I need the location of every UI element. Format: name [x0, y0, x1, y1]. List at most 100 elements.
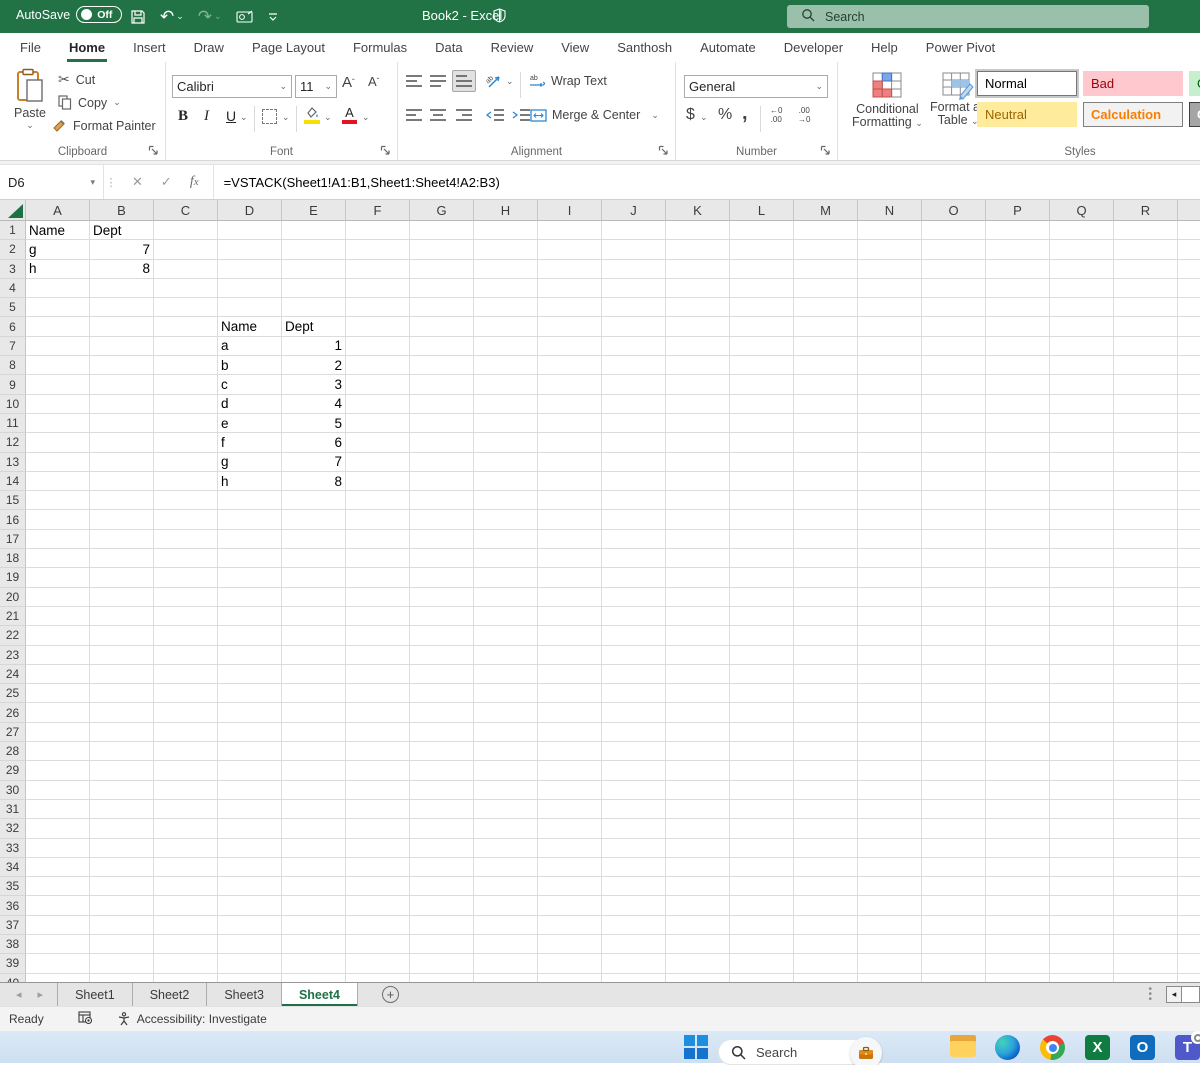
cell-R10[interactable]: [1114, 394, 1178, 414]
cell-I18[interactable]: [538, 549, 602, 569]
cell-A36[interactable]: [26, 896, 90, 916]
cell-D26[interactable]: [218, 703, 282, 723]
cell-H28[interactable]: [474, 742, 538, 762]
cell-K10[interactable]: [666, 394, 730, 414]
cell-I36[interactable]: [538, 896, 602, 916]
cell-A1[interactable]: Name: [26, 221, 90, 241]
row-header-30[interactable]: 30: [0, 780, 26, 800]
cell-D10[interactable]: d: [218, 394, 282, 414]
cell-N8[interactable]: [858, 356, 922, 376]
cell-E37[interactable]: [282, 915, 346, 935]
cell-A9[interactable]: [26, 375, 90, 395]
increase-indent-button[interactable]: [512, 108, 530, 122]
cell-partial-25[interactable]: [1178, 684, 1200, 704]
cell-R40[interactable]: [1114, 973, 1178, 982]
cancel-icon[interactable]: ✕: [132, 174, 143, 190]
cell-Q28[interactable]: [1050, 742, 1114, 762]
select-all-button[interactable]: [0, 200, 26, 221]
cell-C30[interactable]: [154, 780, 218, 800]
cell-F7[interactable]: [346, 336, 410, 357]
cell-R17[interactable]: [1114, 529, 1178, 550]
cell-L37[interactable]: [730, 915, 794, 935]
cell-partial-33[interactable]: [1178, 839, 1200, 858]
cell-J23[interactable]: [602, 645, 666, 665]
column-header-m[interactable]: M: [794, 200, 858, 221]
row-header-24[interactable]: 24: [0, 664, 26, 685]
cell-E14[interactable]: 8: [282, 471, 346, 492]
cell-C16[interactable]: [154, 510, 218, 530]
cell-M5[interactable]: [794, 298, 858, 318]
row-header-25[interactable]: 25: [0, 684, 26, 704]
cell-O21[interactable]: [922, 606, 986, 627]
number-dialog-launcher[interactable]: [820, 145, 832, 157]
cell-A29[interactable]: [26, 761, 90, 781]
cell-L30[interactable]: [730, 780, 794, 800]
cell-partial-22[interactable]: [1178, 626, 1200, 646]
cell-L26[interactable]: [730, 703, 794, 723]
cell-E33[interactable]: [282, 838, 346, 858]
cell-I24[interactable]: [538, 664, 602, 685]
cell-M26[interactable]: [794, 703, 858, 723]
row-header-28[interactable]: 28: [0, 742, 26, 762]
cell-style-neutral[interactable]: Neutral: [977, 102, 1077, 127]
cell-O24[interactable]: [922, 664, 986, 685]
cell-partial-29[interactable]: [1178, 761, 1200, 781]
cell-partial-9[interactable]: [1178, 375, 1200, 395]
row-header-37[interactable]: 37: [0, 915, 26, 935]
cell-J15[interactable]: [602, 491, 666, 511]
cell-E22[interactable]: [282, 626, 346, 646]
cell-K15[interactable]: [666, 491, 730, 511]
cell-Q32[interactable]: [1050, 819, 1114, 839]
cell-I40[interactable]: [538, 973, 602, 982]
cell-partial-14[interactable]: [1178, 472, 1200, 492]
cell-O17[interactable]: [922, 529, 986, 550]
cell-C33[interactable]: [154, 838, 218, 858]
cell-E6[interactable]: Dept: [282, 317, 346, 337]
cell-H8[interactable]: [474, 356, 538, 376]
cell-F6[interactable]: [346, 317, 410, 337]
cell-G37[interactable]: [410, 915, 474, 935]
cell-H32[interactable]: [474, 819, 538, 839]
cell-O34[interactable]: [922, 857, 986, 878]
cell-I22[interactable]: [538, 626, 602, 646]
cell-G35[interactable]: [410, 877, 474, 897]
cell-I13[interactable]: [538, 452, 602, 472]
cell-A31[interactable]: [26, 799, 90, 820]
cell-L6[interactable]: [730, 317, 794, 337]
cell-Q27[interactable]: [1050, 722, 1114, 743]
cell-N35[interactable]: [858, 877, 922, 897]
cell-P16[interactable]: [986, 510, 1050, 530]
cell-J12[interactable]: [602, 433, 666, 453]
cell-style-check-cell[interactable]: Check Cell: [1189, 102, 1200, 127]
ribbon-tab-review[interactable]: Review: [477, 35, 548, 62]
cell-partial-13[interactable]: [1178, 453, 1200, 472]
cell-R14[interactable]: [1114, 471, 1178, 492]
briefcase-icon[interactable]: [850, 1037, 882, 1065]
cell-A34[interactable]: [26, 857, 90, 878]
cell-E34[interactable]: [282, 857, 346, 878]
cell-partial-8[interactable]: [1178, 356, 1200, 376]
cell-E24[interactable]: [282, 664, 346, 685]
redo-icon[interactable]: ↷ ⌄: [198, 7, 222, 27]
cell-M32[interactable]: [794, 819, 858, 839]
cut-button[interactable]: ✂ Cut: [58, 71, 95, 88]
cell-A30[interactable]: [26, 780, 90, 800]
fill-color-dropdown-arrow[interactable]: ⌄: [324, 112, 332, 123]
sheet-tab-sheet2[interactable]: Sheet2: [133, 983, 208, 1006]
cell-O10[interactable]: [922, 394, 986, 414]
customize-qat-icon[interactable]: [268, 12, 278, 22]
cell-A4[interactable]: [26, 278, 90, 299]
cell-L24[interactable]: [730, 664, 794, 685]
cell-H26[interactable]: [474, 703, 538, 723]
cell-I1[interactable]: [538, 221, 602, 241]
cell-D4[interactable]: [218, 278, 282, 299]
cell-C10[interactable]: [154, 394, 218, 414]
cell-partial-28[interactable]: [1178, 742, 1200, 762]
cell-A7[interactable]: [26, 336, 90, 357]
cell-M11[interactable]: [794, 413, 858, 434]
cell-R38[interactable]: [1114, 934, 1178, 955]
cell-O7[interactable]: [922, 336, 986, 357]
cell-R12[interactable]: [1114, 433, 1178, 453]
cell-C25[interactable]: [154, 684, 218, 704]
cell-P11[interactable]: [986, 413, 1050, 434]
